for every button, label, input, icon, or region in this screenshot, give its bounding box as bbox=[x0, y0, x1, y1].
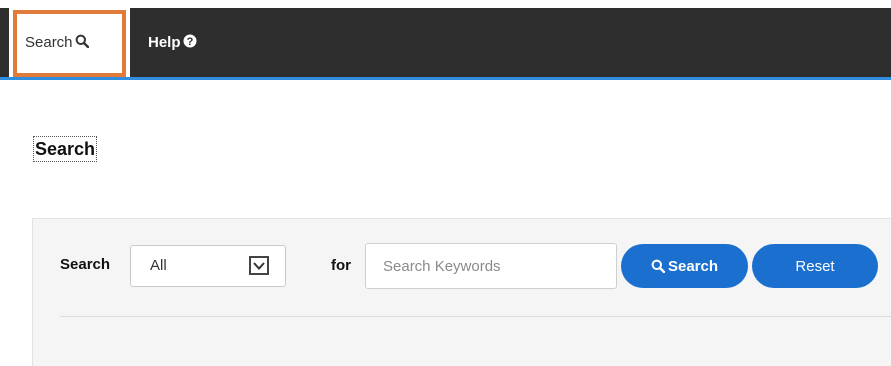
search-icon bbox=[651, 259, 665, 273]
nav-item-help-label: Help bbox=[148, 34, 181, 51]
for-label: for bbox=[331, 257, 351, 274]
reset-button[interactable]: Reset bbox=[752, 244, 878, 288]
scope-label: Search bbox=[60, 256, 111, 273]
top-navbar: Search Help ? bbox=[0, 8, 891, 80]
panel-divider bbox=[60, 316, 891, 317]
nav-item-help[interactable]: Help ? bbox=[148, 8, 197, 77]
page: Search Help ? Search Search All for Sear… bbox=[0, 0, 891, 366]
nav-item-search-label: Search bbox=[25, 34, 73, 51]
page-title: Search bbox=[33, 136, 98, 162]
chevron-down-icon[interactable] bbox=[249, 256, 269, 275]
search-icon bbox=[75, 34, 89, 52]
search-keywords-input[interactable] bbox=[365, 243, 617, 289]
search-panel bbox=[32, 218, 891, 366]
svg-text:?: ? bbox=[186, 35, 193, 47]
scope-select-value: All bbox=[150, 257, 167, 274]
search-button-label: Search bbox=[667, 257, 719, 275]
scope-select[interactable]: All bbox=[130, 245, 286, 287]
question-circle-icon: ? bbox=[183, 34, 197, 52]
search-button[interactable]: Search bbox=[621, 244, 748, 288]
nav-item-search[interactable]: Search bbox=[9, 8, 130, 77]
